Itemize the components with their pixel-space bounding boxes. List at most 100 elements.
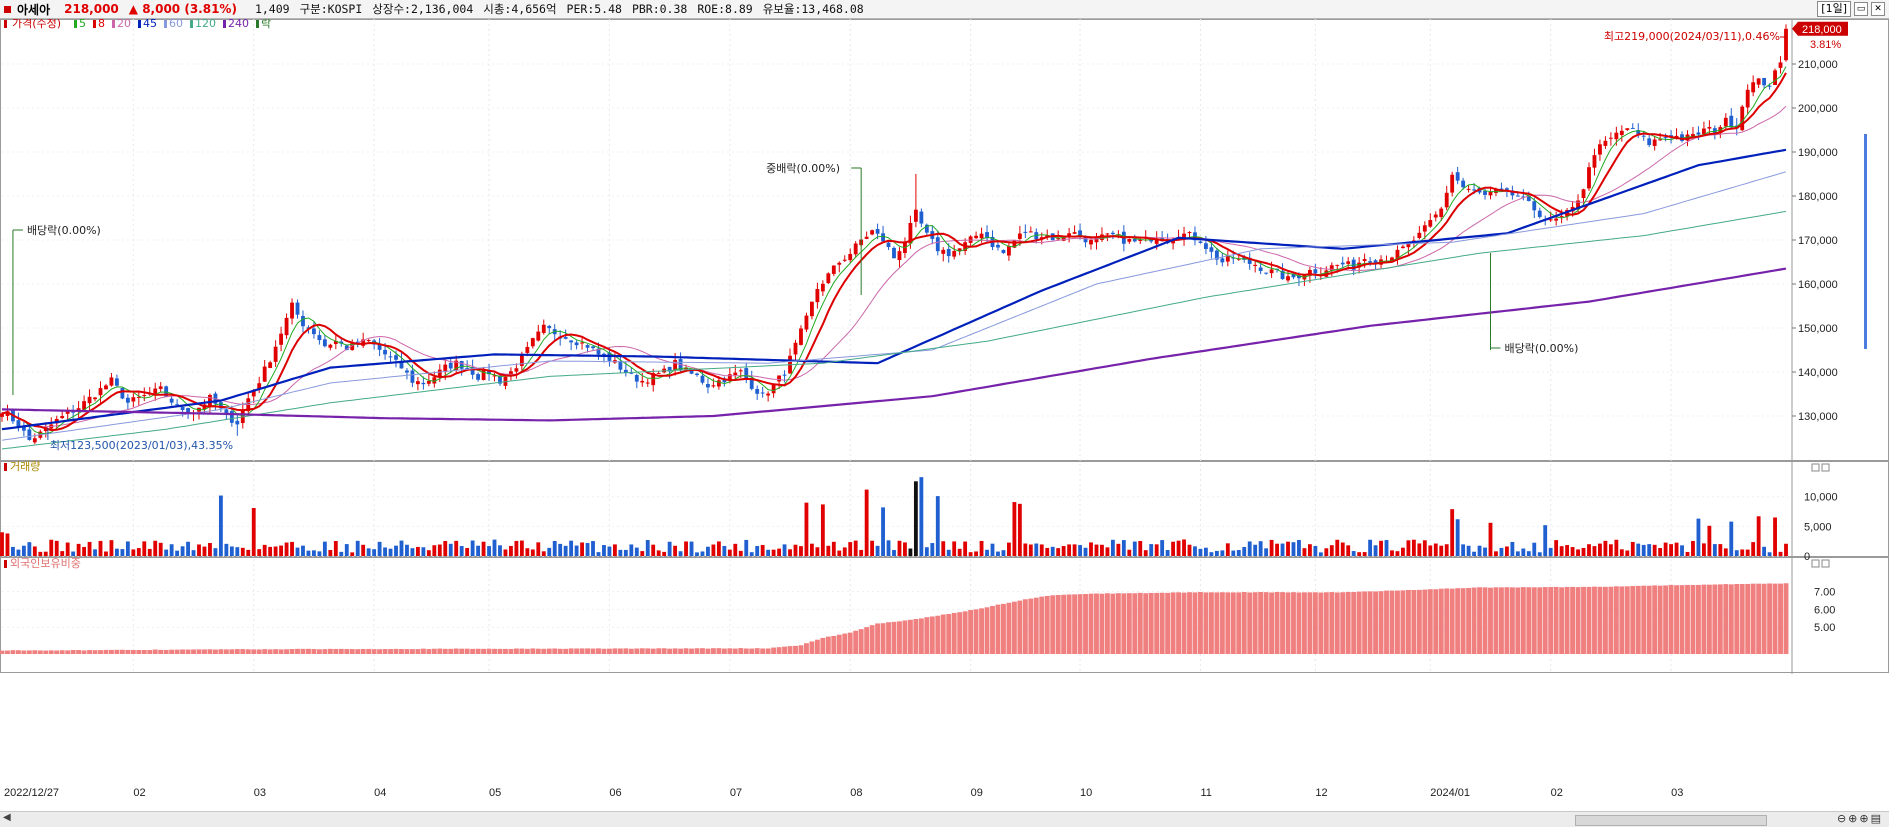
foreign-ratio-bar — [552, 648, 558, 654]
volume-bar — [1291, 542, 1296, 556]
foreign-ratio-bar — [1466, 588, 1472, 654]
volume-legend-label: 거래량 — [10, 460, 40, 473]
price-change: ▲ 8,000 (3.81%) — [129, 2, 237, 16]
foreign-ratio-bar — [1274, 591, 1280, 654]
foreign-ratio-bar — [1641, 585, 1647, 654]
volume-bar — [1340, 542, 1345, 556]
candle-body — [366, 340, 371, 342]
foreign-ratio-bar — [1449, 588, 1455, 654]
volume-bar — [1258, 541, 1263, 556]
candle-body — [27, 429, 32, 440]
candle-body — [1773, 70, 1777, 85]
candle-body — [1417, 232, 1422, 238]
close-icon[interactable]: ✕ — [1871, 2, 1885, 16]
foreign-ratio-bar — [1044, 595, 1050, 654]
volume-bar — [1379, 540, 1383, 556]
candle-body — [284, 317, 289, 336]
candle-body — [1028, 231, 1033, 233]
dividend-label: 중배락(0.00%) — [766, 162, 840, 175]
foreign-ratio-bar — [191, 649, 196, 654]
scroll-left-icon[interactable]: ◀ — [3, 812, 11, 823]
volume-bar — [881, 507, 885, 556]
candle-body — [875, 229, 880, 234]
roe-value: ROE:8.89 — [697, 2, 753, 16]
volume-bar — [695, 552, 699, 556]
foreign-ratio-bar — [853, 630, 859, 654]
candle-body — [448, 362, 453, 369]
volume-bar — [509, 545, 513, 556]
foreign-ratio-bar — [1307, 592, 1313, 654]
foreign-ratio-bar — [1613, 586, 1619, 654]
foreign-ratio-bar — [1416, 589, 1422, 654]
listed-shares: 상장수:2,136,004 — [372, 2, 474, 16]
foreign-ratio-bar — [316, 649, 322, 654]
foreign-ratio-bar — [875, 623, 881, 654]
volume-bar — [235, 547, 240, 556]
candle-body — [618, 360, 623, 370]
candle-body — [536, 331, 541, 341]
volume-bar — [317, 551, 322, 556]
volume-bar — [1176, 540, 1181, 556]
volume-bar — [1313, 546, 1318, 556]
volume-bar — [1351, 551, 1356, 556]
period-selector[interactable]: [1일] — [1817, 1, 1851, 17]
foreign-ratio-bar — [1405, 589, 1411, 654]
foreign-ratio-bar — [404, 649, 410, 654]
foreign-ratio-bar — [957, 612, 963, 654]
volume-bar — [842, 547, 847, 556]
candle-body — [634, 375, 639, 382]
candle-body — [1346, 261, 1351, 264]
foreign-ratio-bar — [1198, 591, 1203, 654]
foreign-ratio-bar — [1252, 592, 1258, 654]
volume-bar — [191, 550, 196, 556]
volume-bar — [1204, 547, 1208, 556]
stock-chart[interactable]: 130,000 140,000 150,000 160,000 170,000 180,0… — [0, 19, 1889, 811]
minimize-icon[interactable]: ▭ — [1854, 2, 1868, 16]
foreign-ratio-bar — [240, 649, 246, 654]
foreign-ratio-bar — [196, 649, 202, 654]
stock-name[interactable]: 아세아 — [17, 1, 50, 18]
foreign-ratio-bar — [1778, 583, 1783, 654]
candle-body — [273, 346, 278, 362]
volume-bar — [54, 540, 59, 556]
volume-bar — [333, 540, 338, 556]
foreign-ratio-bar — [48, 650, 54, 654]
volume-bar — [1193, 546, 1197, 556]
price-tick-label: 160,000 — [1798, 279, 1838, 291]
foreign-tick-label: 7.00 — [1814, 586, 1835, 598]
foreign-ratio-bar — [513, 648, 519, 654]
panel-max-icon — [1811, 559, 1820, 568]
volume-bar — [1784, 543, 1788, 556]
foreign-ratio-bar — [169, 649, 175, 654]
chart-scrollbar[interactable] — [1575, 815, 1767, 826]
foreign-ratio-bar — [180, 649, 186, 654]
foreign-ratio-bar — [338, 648, 344, 654]
candle-body — [476, 374, 481, 380]
zoom-controls[interactable]: ⊖⊕⊕▤ — [1837, 812, 1883, 825]
candle-body — [952, 251, 957, 257]
candle-body — [1740, 106, 1745, 131]
candle-body — [158, 386, 163, 389]
foreign-ratio-bar — [1055, 594, 1061, 654]
foreign-ratio-bar — [1696, 584, 1701, 654]
volume-bar — [93, 549, 97, 556]
foreign-ratio-bar — [1520, 587, 1526, 654]
volume-bar — [1630, 541, 1635, 556]
foreign-ratio-bar — [990, 605, 995, 654]
x-axis-label: 11 — [1200, 787, 1211, 799]
volume-bar — [1734, 550, 1739, 556]
volume-bar — [870, 540, 875, 556]
volume-tick-label: 5,000 — [1804, 521, 1832, 533]
volume-bar — [1472, 551, 1476, 556]
volume-bar — [125, 541, 130, 556]
candle-body — [777, 375, 781, 382]
volume-bar — [662, 551, 667, 556]
volume-bar — [771, 549, 776, 556]
candle-body — [229, 411, 234, 423]
candle-body — [1581, 189, 1586, 198]
volume-bar — [38, 551, 43, 556]
volume-bar — [634, 547, 639, 556]
price-change-pct: (3.81%) — [184, 2, 237, 16]
volume-bar — [1045, 547, 1050, 556]
legend-ma-swatch — [74, 20, 77, 28]
